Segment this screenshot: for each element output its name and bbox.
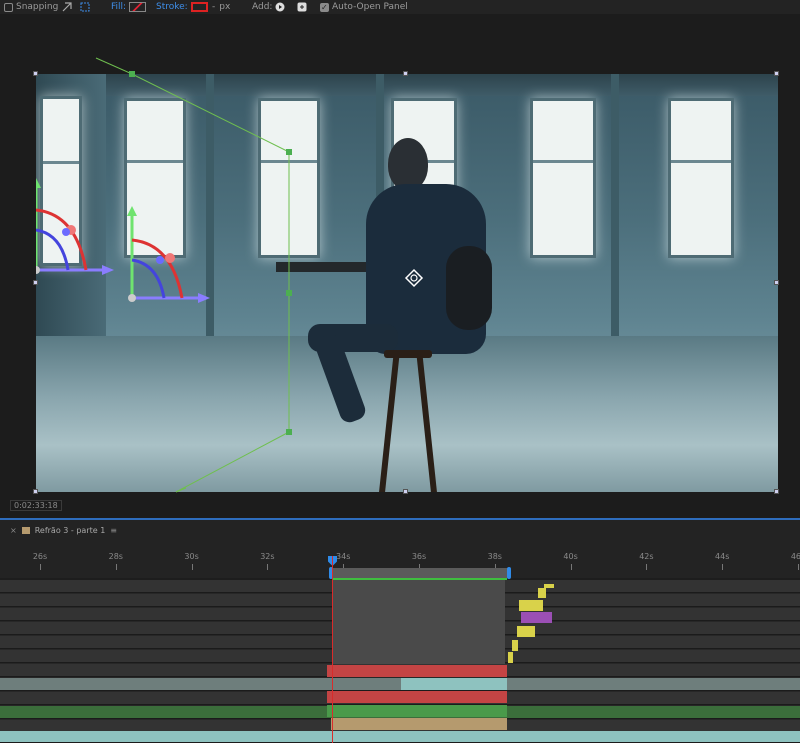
add-label: Add: — [252, 2, 273, 12]
ruler-tick-label: 30s — [184, 552, 199, 561]
ruler-tick-label: 26s — [32, 552, 48, 561]
snapping-checkbox[interactable] — [4, 2, 13, 12]
ruler-tick-label: 40s — [563, 552, 578, 561]
snapping-label: Snapping — [16, 2, 59, 12]
layer-bar-yellow[interactable] — [519, 600, 543, 611]
ruler-tick-label: 36s — [411, 552, 427, 561]
ruler-tick — [722, 564, 724, 570]
layer-bar-grey[interactable] — [327, 678, 401, 690]
track-row[interactable] — [0, 731, 800, 743]
stroke-width-control[interactable]: - px — [212, 0, 230, 14]
work-area-bar[interactable] — [329, 567, 511, 580]
transform-handle[interactable] — [774, 489, 779, 494]
work-range-shade — [333, 580, 505, 664]
layer-bar-yellow[interactable] — [512, 640, 518, 651]
snapping-toggle[interactable]: Snapping — [4, 0, 58, 14]
stroke-width-value[interactable]: - — [212, 0, 215, 14]
work-area-end-handle[interactable] — [507, 567, 511, 579]
layer-bar-yellow[interactable] — [517, 626, 535, 637]
layer-bar-purple[interactable] — [521, 612, 552, 623]
layer-bar-green[interactable] — [327, 705, 507, 717]
layer-bar-yellow[interactable] — [538, 588, 546, 598]
ruler-tick-label: 38s — [487, 552, 502, 561]
add-control[interactable]: Add: — [252, 0, 285, 14]
toolbar: Snapping Fill: Stroke: - px Add: Auto-Op… — [0, 0, 800, 15]
stroke-label: Stroke: — [156, 2, 188, 12]
transform-handle[interactable] — [33, 489, 38, 494]
timeline-tracks[interactable] — [0, 580, 800, 743]
align-icon[interactable] — [80, 0, 90, 14]
ruler-tick-label: 28s — [108, 552, 123, 561]
fill-control[interactable]: Fill: — [111, 0, 147, 14]
tab-color-swatch — [21, 526, 30, 534]
tab-timeline[interactable]: × Refrão 3 - parte 1 ≡ — [10, 526, 117, 535]
transform-handle[interactable] — [33, 280, 38, 285]
add-play-icon[interactable] — [275, 2, 285, 12]
link-icon[interactable] — [297, 0, 307, 14]
ruler-tick — [798, 564, 799, 570]
tab-label: Refrão 3 - parte 1 — [34, 525, 106, 535]
stroke-swatch[interactable] — [190, 2, 208, 12]
ruler-tick — [191, 564, 193, 570]
transform-handle[interactable] — [774, 280, 779, 285]
layer-bar-red[interactable] — [327, 691, 507, 703]
composition-viewer[interactable]: 0:02:33:18 — [0, 14, 800, 518]
snap-options-icon[interactable] — [62, 0, 72, 14]
close-icon[interactable]: × — [10, 526, 17, 535]
ruler-tick-label: 44s — [715, 552, 730, 561]
guide-handle[interactable] — [129, 71, 135, 77]
ruler-tick-label: 32s — [260, 552, 275, 561]
auto-open-label: Auto-Open Panel — [332, 2, 408, 12]
auto-open-checkbox[interactable] — [320, 1, 329, 15]
auto-open-toggle[interactable]: Auto-Open Panel — [320, 0, 408, 15]
layer-bar-teal[interactable] — [401, 678, 507, 690]
stroke-control[interactable]: Stroke: — [156, 0, 208, 14]
ruler-tick — [570, 564, 572, 570]
ruler-tick — [267, 564, 269, 570]
layer-bar-tan[interactable] — [331, 718, 507, 730]
ruler-tick-label: 34s — [336, 552, 351, 561]
ruler-tick — [646, 564, 648, 570]
fill-swatch[interactable] — [129, 2, 147, 12]
ruler-tick-label: 46s — [790, 552, 800, 561]
timecode-display[interactable]: 0:02:33:18 — [10, 500, 62, 511]
stroke-unit: px — [219, 2, 231, 12]
menu-icon[interactable]: ≡ — [110, 526, 117, 535]
transform-handle[interactable] — [33, 71, 38, 76]
transform-handle[interactable] — [774, 71, 779, 76]
fill-label: Fill: — [111, 2, 127, 12]
layer-bar-yellow[interactable] — [508, 652, 513, 663]
guide-line-outside — [95, 57, 187, 493]
ruler-tick-label: 42s — [639, 552, 654, 561]
ruler-tick — [40, 564, 41, 570]
transform-handle[interactable] — [403, 71, 408, 76]
transform-handle[interactable] — [403, 489, 408, 494]
ruler-tick — [115, 564, 117, 570]
playhead-line[interactable] — [332, 556, 333, 743]
timeline-tab-bar: × Refrão 3 - parte 1 ≡ — [0, 520, 800, 540]
layer-bar-red[interactable] — [327, 665, 507, 677]
